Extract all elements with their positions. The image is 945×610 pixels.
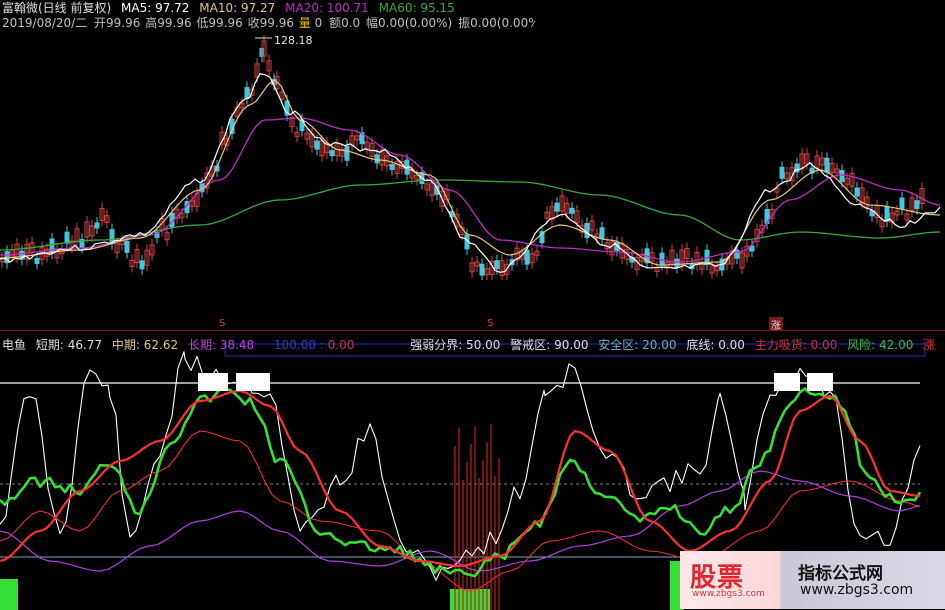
signal-s-tag: S (219, 318, 226, 329)
candle-body (779, 166, 785, 179)
short-term-value: 短期: 46.77 (35, 338, 103, 352)
ohlc-header: 2019/08/20/二 开99.96 高99.96 低99.96 收99.96… (2, 16, 550, 30)
candle-body (914, 200, 920, 210)
level-100-zero: 0.00 (327, 338, 355, 352)
blank-region (535, 0, 945, 140)
candle-body (64, 231, 70, 244)
open-value: 开99.96 (94, 16, 141, 30)
candle-body (344, 145, 350, 161)
candle-body (884, 206, 890, 222)
ma60-value: MA60: 95.15 (378, 1, 455, 15)
low-value: 低99.96 (196, 16, 243, 30)
candle-body (554, 202, 560, 212)
ma-header: 富翰微(日线 前复权) MA5: 97.72 MA10: 97.27 MA20:… (2, 1, 461, 15)
candle-body (329, 150, 335, 157)
candle-body (569, 207, 575, 214)
top-marker (236, 373, 270, 391)
stock-title: 富翰微(日线 前复权) (2, 1, 112, 15)
candle-body (839, 170, 845, 183)
level-100-value: 100.00 : 0.00 (273, 338, 355, 352)
watermark-right: 指标公式网 www.zbgs3.com (784, 555, 942, 605)
close-value: 收99.96 (247, 16, 294, 30)
watermark-left: 股票 www.zbgs3.com (684, 555, 780, 605)
mid-term-value: 中期: 62.62 (111, 338, 179, 352)
main-force-bar (0, 579, 18, 610)
long-term-value: 长期: 38.48 (187, 338, 255, 352)
candle-body (479, 263, 485, 276)
ma5-value: MA5: 97.72 (121, 1, 190, 15)
watermark-banner: 股票 www.zbgs3.com 指标公式网 www.zbgs3.com (680, 551, 945, 609)
candle-body (899, 197, 905, 210)
volume-value: 0 (314, 16, 323, 30)
safe-value: 安全区: 20.00 (598, 338, 677, 352)
top-marker (774, 373, 800, 391)
change-value: 幅0.00(0.00%) (366, 16, 453, 30)
ma10-value: MA10: 97.27 (199, 1, 276, 15)
volume-label: 量 (298, 16, 311, 30)
candle-body (854, 187, 860, 197)
candle-body (374, 154, 380, 164)
candle-body (749, 245, 755, 252)
candle-body (599, 227, 605, 240)
watermark-small-text: www.zbgs3.com (692, 589, 765, 599)
ma20-value: MA20: 100.71 (285, 1, 369, 15)
top-marker (807, 373, 833, 391)
high-value: 高99.96 (145, 16, 192, 30)
candle-body (524, 249, 530, 265)
indicator-header: 电鱼 短期: 46.77 中期: 62.62 长期: 38.48 100.00 … (2, 338, 941, 352)
main-force-value: 主力吸货: 0.00 (754, 338, 838, 352)
blank-region (222, 280, 557, 320)
candle-body (244, 87, 250, 100)
ma60-line (0, 179, 941, 251)
indicator-name: 电鱼 (2, 338, 27, 352)
candle-body (94, 222, 100, 229)
price-chart-panel[interactable]: 富翰微(日线 前复权) MA5: 97.72 MA10: 97.27 MA20:… (0, 0, 945, 332)
candle-body (314, 140, 320, 150)
top-marker (198, 373, 228, 391)
candle-body (584, 222, 590, 238)
candle-body (49, 238, 55, 254)
strength-value: 强弱分界: 50.00 (410, 338, 501, 352)
amount-value: 额0.0 (329, 16, 361, 30)
date-value: 2019/08/20/二 (2, 16, 88, 30)
main-force-bar (450, 589, 490, 610)
amplitude-value: 振0.00(0.00%) (458, 16, 545, 30)
bottom-line-value: 底线: 0.00 (686, 338, 745, 352)
candle-body (734, 249, 740, 259)
risk-value: 风险: 42.00 (847, 338, 914, 352)
warning-value: 警戒区: 90.00 (510, 338, 589, 352)
signal-s-tag: S (487, 318, 494, 329)
candle-body (494, 260, 500, 270)
candle-body (674, 258, 680, 268)
watermark-url: www.zbgs3.com (800, 582, 914, 598)
candle-body (389, 163, 395, 170)
candle-body (824, 157, 830, 173)
candle-body (139, 260, 145, 270)
rise-tag: 涨 (923, 338, 936, 352)
peak-price-label: 128.18 (274, 34, 313, 47)
candle-body (34, 257, 40, 264)
candle-body (659, 252, 665, 265)
watermark-title: 指标公式网 (798, 564, 883, 584)
candle-body (124, 240, 130, 253)
